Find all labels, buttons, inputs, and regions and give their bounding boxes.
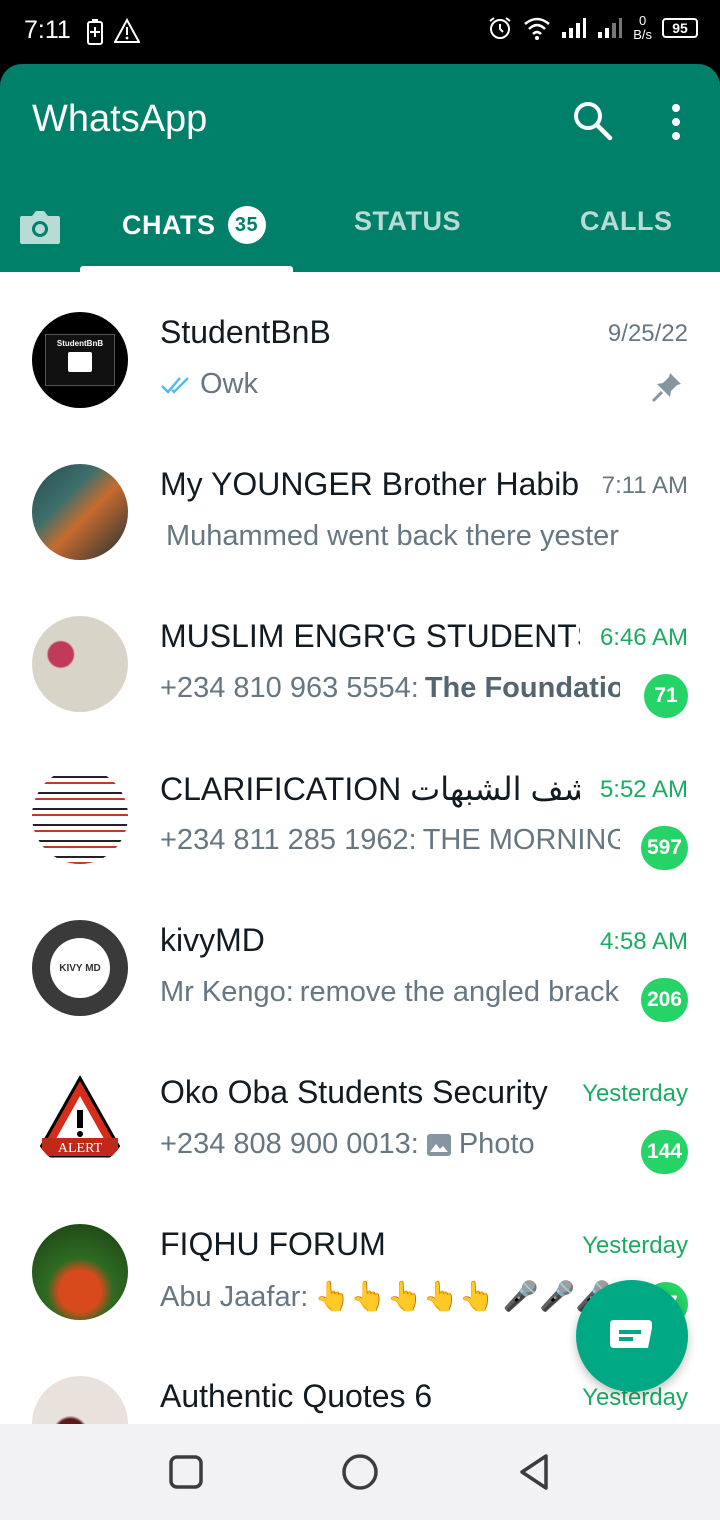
unread-badge: 144	[640, 1130, 688, 1174]
app-header: WhatsApp CHATS 35 STATUS CALLS	[0, 64, 720, 272]
chat-row[interactable]: CLARIFICATION كشف الشبهات 5:52 AM +234 8…	[0, 728, 720, 880]
chat-name: kivyMD	[160, 922, 265, 958]
search-icon[interactable]	[570, 98, 614, 142]
tab-calls[interactable]: CALLS	[580, 206, 673, 237]
chat-preview: Mr Kengo: remove the angled brack...	[160, 976, 620, 1009]
chat-name: Oko Oba Students Security	[160, 1074, 548, 1110]
warning-icon	[114, 18, 140, 43]
avatar-logo-text: ALERT	[58, 1141, 103, 1156]
signal-icon-2	[598, 18, 623, 38]
unread-badge: 71	[644, 674, 688, 718]
chat-preview: +234 811 285 1962: THE MORNING...	[160, 824, 620, 857]
chat-name: My YOUNGER Brother Habib	[160, 466, 580, 502]
chat-row[interactable]: StudentBnB StudentBnB 9/25/22 Owk	[0, 272, 720, 424]
alert-sign-icon: ALERT	[33, 1074, 127, 1158]
tab-chats-label: CHATS	[122, 209, 216, 240]
chat-preview: Muhammed went back there yesterd...	[160, 520, 620, 553]
battery-indicator: 95	[662, 18, 698, 38]
double-tick-icon	[161, 376, 189, 394]
status-time: 7:11	[24, 16, 71, 44]
app-title: WhatsApp	[32, 98, 208, 140]
chat-preview-text: 👆👆👆👆👆 🎤🎤🎤	[314, 1281, 612, 1313]
chat-name: StudentBnB	[160, 314, 331, 350]
chat-sender: +234 811 285 1962:	[160, 824, 417, 856]
chat-name: CLARIFICATION كشف الشبهات	[160, 771, 580, 807]
avatar-studentbnb: StudentBnB	[32, 312, 128, 408]
avatar-logo-text: StudentBnB	[56, 339, 104, 348]
chat-row[interactable]: My YOUNGER Brother Habib 7:11 AM Muhamme…	[0, 424, 720, 576]
home-button-icon[interactable]	[340, 1452, 380, 1492]
chat-time: 5:52 AM	[599, 776, 688, 803]
status-bar: 7:11 0 B/s 95	[0, 0, 720, 64]
chat-preview-text: THE MORNING...	[422, 824, 620, 856]
new-chat-button[interactable]	[576, 1280, 688, 1392]
battery-saver-icon	[87, 19, 103, 45]
tab-status[interactable]: STATUS	[354, 206, 461, 237]
chat-preview-text: The Foundatio...	[424, 672, 620, 704]
back-button-icon[interactable]	[514, 1452, 554, 1492]
chat-time: 9/25/22	[607, 320, 688, 347]
pin-icon	[651, 373, 681, 403]
avatar-logo-text: KIVY MD	[59, 962, 101, 974]
chat-time: Yesterday	[582, 1080, 688, 1107]
unread-badge: 597	[640, 826, 688, 870]
chat-preview: +234 808 900 0013: Photo	[160, 1128, 620, 1161]
chat-name: MUSLIM ENGR'G STUDENTS	[160, 618, 580, 654]
chat-list: StudentBnB StudentBnB 9/25/22 Owk My YOU…	[0, 272, 720, 1424]
unread-badge: 206	[640, 978, 688, 1022]
chat-sender: +234 810 963 5554:	[160, 672, 419, 704]
chat-row[interactable]: ALERT Oko Oba Students Security Yesterda…	[0, 1032, 720, 1184]
chat-sender: Mr Kengo:	[160, 976, 294, 1008]
photo-icon	[426, 1133, 451, 1156]
chat-sender: +234 808 900 0013:	[160, 1128, 419, 1160]
chat-preview-text: Muhammed went back there yesterd...	[166, 520, 620, 552]
chat-preview-text: Photo	[458, 1128, 535, 1160]
chats-unread-badge: 35	[227, 206, 266, 244]
chat-row[interactable]: KIVY MD kivyMD 4:58 AM Mr Kengo: remove …	[0, 880, 720, 1032]
tab-chats[interactable]: CHATS 35	[122, 206, 266, 244]
avatar-brother-habib	[32, 464, 128, 560]
chat-time: 7:11 AM	[601, 472, 688, 499]
avatar-oko-oba: ALERT	[32, 1072, 128, 1168]
network-speed: 0 B/s	[633, 13, 652, 42]
camera-icon[interactable]	[16, 204, 64, 252]
system-nav-bar	[0, 1424, 720, 1520]
chat-sender: Abu Jaafar:	[160, 1280, 309, 1313]
avatar-muslim-engrg	[32, 616, 128, 712]
avatar-kivymd: KIVY MD	[32, 920, 128, 1016]
new-chat-icon	[610, 1320, 652, 1348]
avatar-clarification	[32, 768, 128, 864]
avatar-authentic-quotes	[32, 1376, 128, 1424]
chat-preview: Abu Jaafar: 👆👆👆👆👆 🎤🎤🎤	[160, 1280, 620, 1314]
chat-preview-text: remove the angled brack...	[299, 976, 620, 1008]
chat-preview: +234 810 963 5554: The Foundatio...	[160, 672, 620, 705]
signal-icon	[562, 18, 587, 38]
tab-bar: CHATS 35 STATUS CALLS	[0, 188, 720, 272]
chat-time: Yesterday	[582, 1232, 688, 1259]
alarm-icon	[489, 17, 511, 39]
wifi-icon	[524, 17, 551, 40]
chat-time: 4:58 AM	[599, 928, 688, 955]
chat-name: FIQHU FORUM	[160, 1226, 386, 1262]
chat-time: 6:46 AM	[599, 624, 688, 651]
avatar-fiqhu-forum	[32, 1224, 128, 1320]
chat-name: Authentic Quotes 6	[160, 1378, 433, 1414]
chat-preview-text: Owk	[200, 368, 258, 400]
chat-row[interactable]: MUSLIM ENGR'G STUDENTS 6:46 AM +234 810 …	[0, 576, 720, 728]
more-vert-icon[interactable]	[660, 100, 692, 144]
recents-button-icon[interactable]	[166, 1452, 206, 1492]
chat-preview: Owk	[160, 368, 620, 401]
